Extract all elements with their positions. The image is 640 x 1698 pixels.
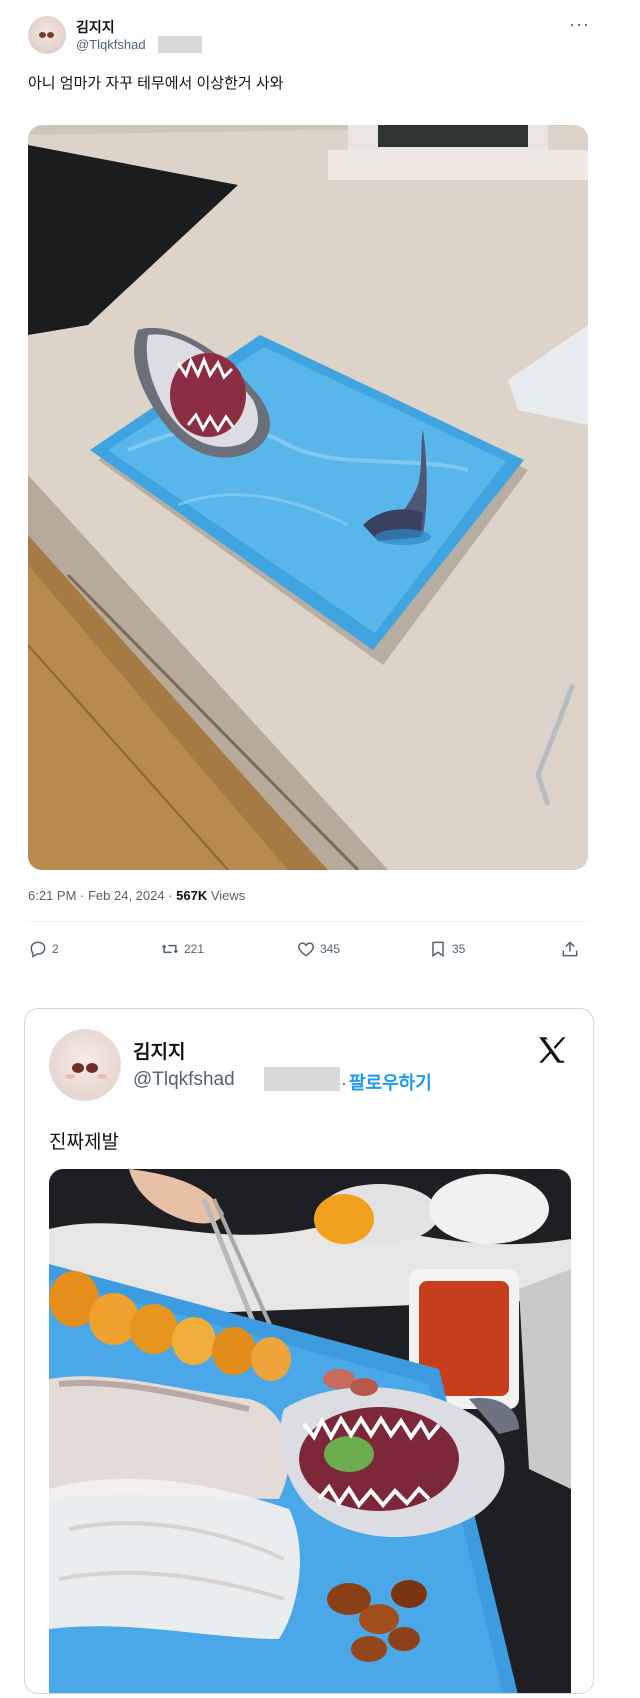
author-avatar[interactable]: [49, 1029, 121, 1101]
follow-link[interactable]: · 팔로우하기: [341, 1069, 432, 1095]
bookmark-count: 35: [452, 942, 466, 956]
author-avatar[interactable]: [28, 16, 66, 54]
reply-count: 2: [52, 942, 59, 956]
divider: [28, 921, 588, 922]
tweet-text: 진짜제발: [49, 1132, 119, 1153]
tweet-text: 아니 엄마가 자꾸 테무에서 이상한거 사와: [28, 75, 284, 92]
tweet-2-embed: 김지지 @Tlqkfshad · 팔로우하기 진짜제발: [24, 1008, 594, 1694]
author-name[interactable]: 김지지: [76, 17, 115, 37]
reply-icon: [30, 941, 46, 958]
bookmark-icon: [432, 941, 444, 958]
reply-button[interactable]: 2: [28, 938, 59, 960]
avatar-eye: [86, 1063, 98, 1073]
author-name[interactable]: 김지지: [133, 1037, 185, 1064]
x-logo-icon[interactable]: [535, 1033, 569, 1067]
follow-label: 팔로우하기: [349, 1073, 432, 1093]
tweet-meta: 6:21 PM · Feb 24, 2024 · 567K Views: [28, 888, 245, 903]
timestamp[interactable]: 6:21 PM · Feb 24, 2024 ·: [28, 888, 176, 903]
shark-tray-photo-illustration: [28, 125, 588, 870]
repost-count: 221: [184, 942, 205, 956]
views-count: 567K: [176, 888, 208, 903]
more-icon[interactable]: ···: [569, 14, 590, 35]
avatar-eye: [47, 32, 54, 38]
separator-dot: ·: [341, 1073, 347, 1093]
tweet-1: 김지지 @Tlqkfshad ··· 아니 엄마가 자꾸 테무에서 이상한거 사…: [0, 0, 640, 975]
share-icon: [562, 941, 578, 957]
avatar-blush: [97, 1074, 107, 1079]
avatar-eye: [39, 32, 46, 38]
tweet-photo-shark-tray[interactable]: [28, 125, 588, 870]
handle-redaction: [264, 1067, 340, 1091]
share-button[interactable]: [560, 938, 580, 960]
like-icon: [297, 942, 315, 957]
avatar-blush: [65, 1074, 75, 1079]
avatar-eye: [72, 1063, 84, 1073]
like-count: 345: [320, 942, 341, 956]
repost-button[interactable]: 221: [160, 938, 204, 960]
handle-redaction: [158, 36, 202, 53]
author-handle[interactable]: @Tlqkfshad: [133, 1069, 235, 1091]
views-label: Views: [207, 888, 246, 903]
repost-icon: [161, 944, 179, 954]
bookmark-button[interactable]: 35: [428, 938, 465, 960]
sashimi-tray-photo-illustration: [49, 1169, 571, 1693]
tweet-photo-sashimi-tray[interactable]: [49, 1169, 571, 1693]
like-button[interactable]: 345: [296, 938, 340, 960]
author-handle[interactable]: @Tlqkfshad: [76, 37, 146, 52]
